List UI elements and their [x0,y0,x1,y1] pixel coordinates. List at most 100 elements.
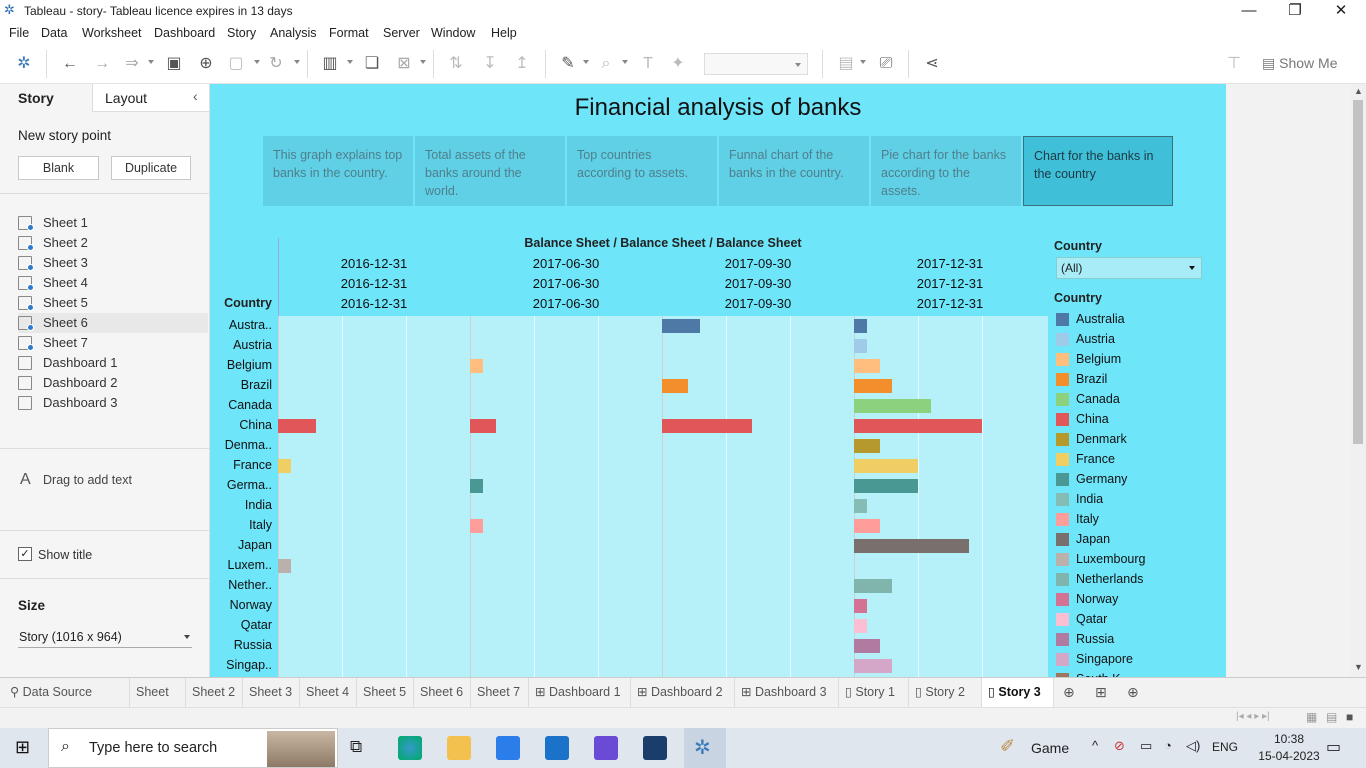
mail-icon[interactable] [545,736,569,760]
legend-item[interactable]: China [1056,410,1216,430]
presentation-icon[interactable]: ⎚ [876,54,896,74]
legend-item[interactable]: Germany [1056,470,1216,490]
file-explorer-icon[interactable] [447,736,471,760]
battery-icon[interactable]: ▭ [1140,738,1152,754]
sheet-tab[interactable]: ⚲ Data Source [4,678,130,708]
sheet-item[interactable]: Sheet 7 [18,333,208,353]
refresh-dropdown-icon[interactable] [294,60,300,64]
language-indicator[interactable]: ENG [1212,740,1238,754]
bar-canada[interactable] [854,399,931,413]
new-worksheet-icon[interactable]: ⊕ [1063,684,1075,701]
sheet-tab[interactable]: ▯ Story 2 [909,678,982,708]
bar-luxembourg[interactable] [278,559,291,573]
show-cards-icon[interactable]: ▤ [836,54,856,74]
story-point[interactable]: Total assets of the banks around the wor… [415,136,565,206]
bar-china[interactable] [470,419,496,433]
duplicate-sheet-icon[interactable]: ❏ [362,54,382,74]
bar-china[interactable] [278,419,316,433]
bar-australia[interactable] [854,319,867,333]
menu-format[interactable]: Format [329,26,369,40]
sheet-tab[interactable]: ⊞ Dashboard 3 [735,678,839,708]
group-icon[interactable]: ⌕ [596,54,616,74]
bar-austria[interactable] [854,339,867,353]
legend-item[interactable]: Austria [1056,330,1216,350]
menu-story[interactable]: Story [227,26,256,40]
bar-china[interactable] [854,419,982,433]
tabs-icon[interactable]: ■ [1346,710,1353,724]
drag-to-add-text[interactable]: Drag to add text [43,473,132,487]
filmstrip-icon[interactable]: ▤ [1326,710,1337,724]
new-sheet-dropdown-icon[interactable] [347,60,353,64]
legend-item[interactable]: India [1056,490,1216,510]
redo-icon[interactable]: → [92,54,112,74]
bar-france[interactable] [854,459,918,473]
bar-singapore[interactable] [854,659,892,673]
tray-network-alert-icon[interactable]: ⊘ [1114,738,1125,754]
legend-item[interactable]: Netherlands [1056,570,1216,590]
bar-netherlands[interactable] [854,579,892,593]
refresh-icon[interactable]: ↻ [266,54,286,74]
duplicate-button[interactable]: Duplicate [111,156,191,180]
undo-icon[interactable]: ← [60,54,80,74]
sheet-tab[interactable]: Sheet 7 [471,678,529,708]
legend-item[interactable]: Japan [1056,530,1216,550]
bar-belgium[interactable] [854,359,880,373]
clock-time[interactable]: 10:38 [1264,732,1314,746]
menu-window[interactable]: Window [431,26,475,40]
close-button[interactable]: ✕ [1318,0,1364,23]
menu-data[interactable]: Data [41,26,67,40]
paint-icon[interactable]: ⊤ [1224,54,1244,74]
bar-brazil[interactable] [854,379,892,393]
sheet-tab[interactable]: Sheet 4 [300,678,357,708]
bar-australia[interactable] [662,319,700,333]
bar-russia[interactable] [854,639,880,653]
scroll-thumb[interactable] [1353,100,1363,444]
dashboard-item[interactable]: Dashboard 1 [18,353,208,373]
sheet-tab[interactable]: ▯ Story 3 [982,678,1054,708]
pin-icon[interactable]: ✦ [668,54,688,74]
bar-japan[interactable] [854,539,969,553]
clock-date[interactable]: 15-04-2023 [1252,749,1326,763]
label-icon[interactable]: T [638,54,658,74]
new-datasource-icon[interactable]: ⊕ [196,54,216,74]
legend-item[interactable]: Luxembourg [1056,550,1216,570]
sheet-item[interactable]: Sheet 2 [18,233,208,253]
windows-start-icon[interactable]: ⊞ [15,737,30,758]
dashboard-item[interactable]: Dashboard 2 [18,373,208,393]
menu-worksheet[interactable]: Worksheet [82,26,142,40]
minimize-button[interactable]: — [1226,0,1272,23]
sheet-tab[interactable]: Sheet 2 [186,678,243,708]
pause-updates-icon[interactable]: ▢ [226,54,246,74]
game-icon[interactable]: ✐ [1000,736,1015,757]
sheet-item[interactable]: Sheet 6 [18,313,208,333]
wifi-icon[interactable]: ◔ [1164,738,1172,753]
clear-dropdown-icon[interactable] [420,60,426,64]
menu-analysis[interactable]: Analysis [270,26,317,40]
sheet-tab[interactable]: Sheet 3 [243,678,300,708]
sheet-tab[interactable]: ⊞ Dashboard 1 [529,678,631,708]
cards-dropdown-icon[interactable] [860,60,866,64]
bar-germany[interactable] [854,479,918,493]
tab-layout[interactable]: Layout ‹ [92,84,209,112]
sort-descending-icon[interactable]: ↥ [512,54,532,74]
legend-item[interactable]: South K.. [1056,670,1216,677]
edge-icon[interactable] [398,736,422,760]
size-select[interactable]: Story (1016 x 964) [18,626,192,648]
bar-china[interactable] [662,419,752,433]
pause-dropdown-icon[interactable] [254,60,260,64]
replay-dropdown-icon[interactable] [148,60,154,64]
bar-italy[interactable] [854,519,880,533]
sheet-item[interactable]: Sheet 5 [18,293,208,313]
show-title-checkbox[interactable]: ✓ [18,547,32,561]
bar-qatar[interactable] [854,619,867,633]
sheet-tab[interactable]: Sheet 6 [414,678,471,708]
restore-button[interactable]: ❐ [1272,0,1318,23]
collapse-icon[interactable]: ‹ [193,88,198,104]
story-point[interactable]: Top countries according to assets. [567,136,717,206]
legend-item[interactable]: Belgium [1056,350,1216,370]
show-me-button[interactable]: ▤ Show Me [1262,55,1337,72]
tab-story[interactable]: Story [0,84,92,112]
menu-dashboard[interactable]: Dashboard [154,26,215,40]
task-view-icon[interactable]: ⧉ [350,737,362,757]
legend-item[interactable]: Denmark [1056,430,1216,450]
